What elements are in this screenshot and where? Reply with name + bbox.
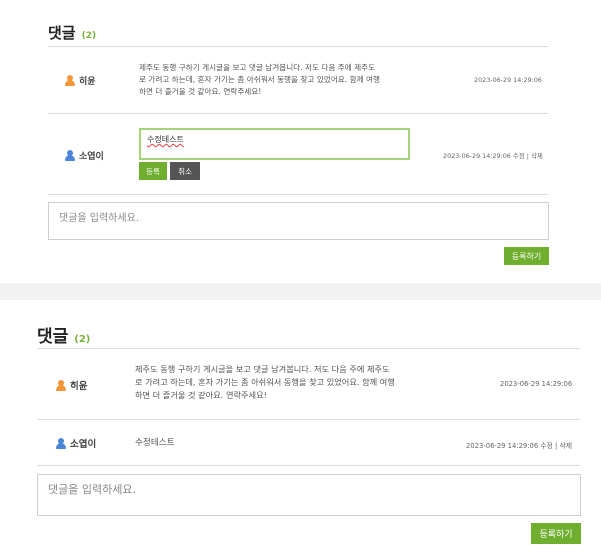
- divider: [37, 419, 580, 420]
- content-line: 로 가려고 하는데, 혼자 가기는 좀 아쉬워서 동행을 찾고 있었어요. 함께…: [139, 75, 380, 84]
- comment-content: 수정테스트: [135, 438, 175, 448]
- comments-panel-edit-mode: 댓글 (2) 히윤 제주도 동행 구하기 게시글을 보고 댓글 남겨봅니다. 저…: [0, 0, 601, 283]
- content-line: 하면 더 즐거울 것 같아요. 연락주세요!: [135, 390, 267, 400]
- user-icon: [65, 150, 75, 161]
- content-line: 제주도 동행 구하기 게시글을 보고 댓글 남겨봅니다. 저도 다음 주에 제주…: [139, 63, 376, 72]
- divider: [48, 113, 548, 114]
- comments-title: 댓글: [37, 327, 69, 347]
- comment-date: 2023-06-29 14:29:06: [474, 76, 542, 84]
- content-line: 하면 더 즐거울 것 같아요. 연락주세요!: [139, 87, 262, 96]
- edit-input-value: 수정테스트: [147, 135, 184, 144]
- user-icon: [65, 75, 75, 86]
- comment-content: 제주도 동행 구하기 게시글을 보고 댓글 남겨봅니다. 저도 다음 주에 제주…: [135, 363, 455, 402]
- confirm-edit-button[interactable]: 등록: [139, 162, 167, 180]
- comments-count: (2): [74, 334, 91, 345]
- divider: [37, 465, 580, 466]
- comment-date: 2023-06-29 14:29:06: [466, 442, 539, 450]
- user-icon: [56, 379, 66, 391]
- comment-author: 히윤: [65, 74, 96, 87]
- submit-comment-button[interactable]: 등록하기: [504, 247, 549, 265]
- divider: [48, 194, 548, 195]
- comments-panel-view-mode: 댓글 (2) 히윤 제주도 동행 구하기 게시글을 보고 댓글 남겨봅니다. 저…: [0, 300, 601, 555]
- cancel-edit-button[interactable]: 취소: [170, 162, 200, 180]
- author-name: 소엽이: [70, 439, 97, 450]
- content-line: 제주도 동행 구하기 게시글을 보고 댓글 남겨봅니다. 저도 다음 주에 제주…: [135, 364, 390, 374]
- comment-date: 2023-06-29 14:29:06: [500, 380, 573, 388]
- author-name: 소엽이: [79, 152, 104, 162]
- comments-count: (2): [81, 31, 97, 41]
- comment-content: 제주도 동행 구하기 게시글을 보고 댓글 남겨봅니다. 저도 다음 주에 제주…: [139, 62, 429, 98]
- author-name: 히윤: [79, 77, 96, 87]
- comment-date: 2023-06-29 14:29:06: [443, 152, 511, 160]
- submit-comment-button[interactable]: 등록하기: [531, 523, 581, 544]
- comment-author: 소엽이: [65, 149, 104, 162]
- edit-link[interactable]: 수정: [540, 442, 553, 450]
- comment-meta: 2023-06-29 14:29:06 수정 | 삭제: [466, 440, 572, 450]
- comment-edit-input[interactable]: 수정테스트: [139, 128, 410, 160]
- comments-header: 댓글 (2): [37, 322, 90, 347]
- comment-author: 히윤: [56, 378, 87, 392]
- delete-link[interactable]: 삭제: [560, 442, 573, 450]
- comments-header: 댓글 (2): [48, 22, 96, 43]
- comment-input[interactable]: 댓글을 입력하세요.: [37, 474, 581, 516]
- content-line: 로 가려고 하는데, 혼자 가기는 좀 아쉬워서 동행을 찾고 있었어요. 함께…: [135, 377, 395, 387]
- comment-meta: 2023-06-29 14:29:06 수정 | 삭제: [443, 151, 543, 160]
- comment-author: 소엽이: [56, 436, 96, 450]
- divider: [37, 348, 580, 349]
- meta-separator: |: [555, 442, 558, 450]
- comment-input[interactable]: 댓글을 입력하세요.: [48, 202, 549, 240]
- user-icon: [56, 437, 66, 449]
- author-name: 히윤: [70, 381, 88, 392]
- meta-separator: |: [526, 152, 529, 160]
- edit-link[interactable]: 수정: [513, 152, 525, 160]
- divider: [48, 46, 548, 47]
- comments-title: 댓글: [48, 24, 76, 42]
- delete-link[interactable]: 삭제: [531, 152, 543, 160]
